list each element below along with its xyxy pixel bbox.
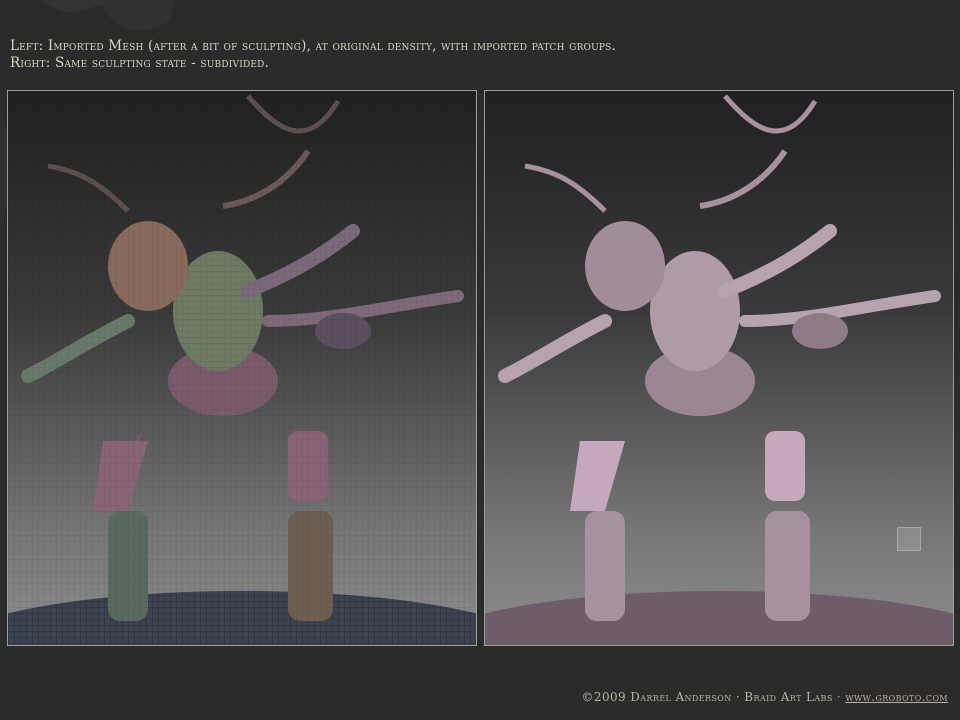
viewport-icon (897, 527, 921, 551)
caption: Left: Imported Mesh (after a bit of scul… (10, 38, 616, 72)
panel-subdivided-mesh (484, 90, 954, 646)
website-link[interactable]: www.groboto.com (845, 690, 948, 704)
panel-imported-mesh (7, 90, 477, 646)
creature-subdivided-illustration (485, 94, 953, 645)
caption-line-right: Right: Same sculpting state - subdivided… (10, 55, 270, 71)
creature-patchgroups-illustration (8, 91, 476, 645)
caption-line-left: Left: Imported Mesh (after a bit of scul… (10, 38, 617, 54)
footer-credit: ©2009 Darrel Anderson · Braid Art Labs ·… (582, 690, 948, 704)
credit-text: ©2009 Darrel Anderson · Braid Art Labs · (581, 690, 846, 704)
